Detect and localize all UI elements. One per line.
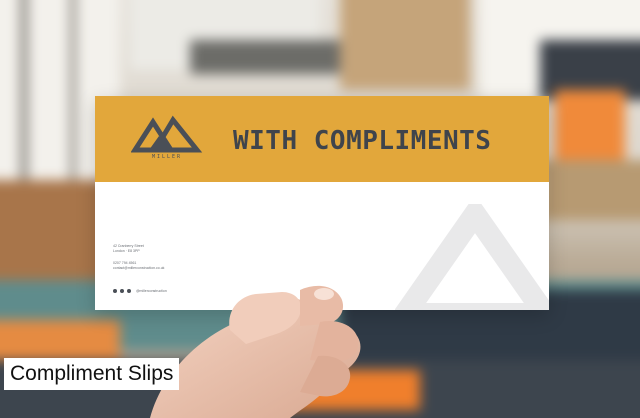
mountain-watermark-icon (395, 204, 549, 310)
address-line-2: London · E8 3PP (113, 249, 140, 253)
instagram-icon (127, 289, 131, 293)
mountain-logo-icon: MILLER (131, 114, 203, 162)
slip-headline: WITH COMPLIMENTS (233, 126, 492, 156)
slip-header: MILLER WITH COMPLIMENTS (95, 96, 549, 182)
social-handle: @millerconstruction (136, 289, 167, 293)
logo-wordmark: MILLER (151, 154, 183, 160)
slip-body: 42 Cranberry Street London · E8 3PP 0207… (95, 182, 549, 310)
social-links: @millerconstruction (113, 289, 167, 293)
product-photo: MILLER WITH COMPLIMENTS 42 Cranberry Str… (0, 0, 640, 418)
compliment-slip: MILLER WITH COMPLIMENTS 42 Cranberry Str… (95, 96, 549, 310)
email-address: contact@millerconstruction.co.uk (113, 266, 165, 270)
facebook-icon (113, 289, 117, 293)
caption-label: Compliment Slips (4, 358, 180, 390)
twitter-icon (120, 289, 124, 293)
